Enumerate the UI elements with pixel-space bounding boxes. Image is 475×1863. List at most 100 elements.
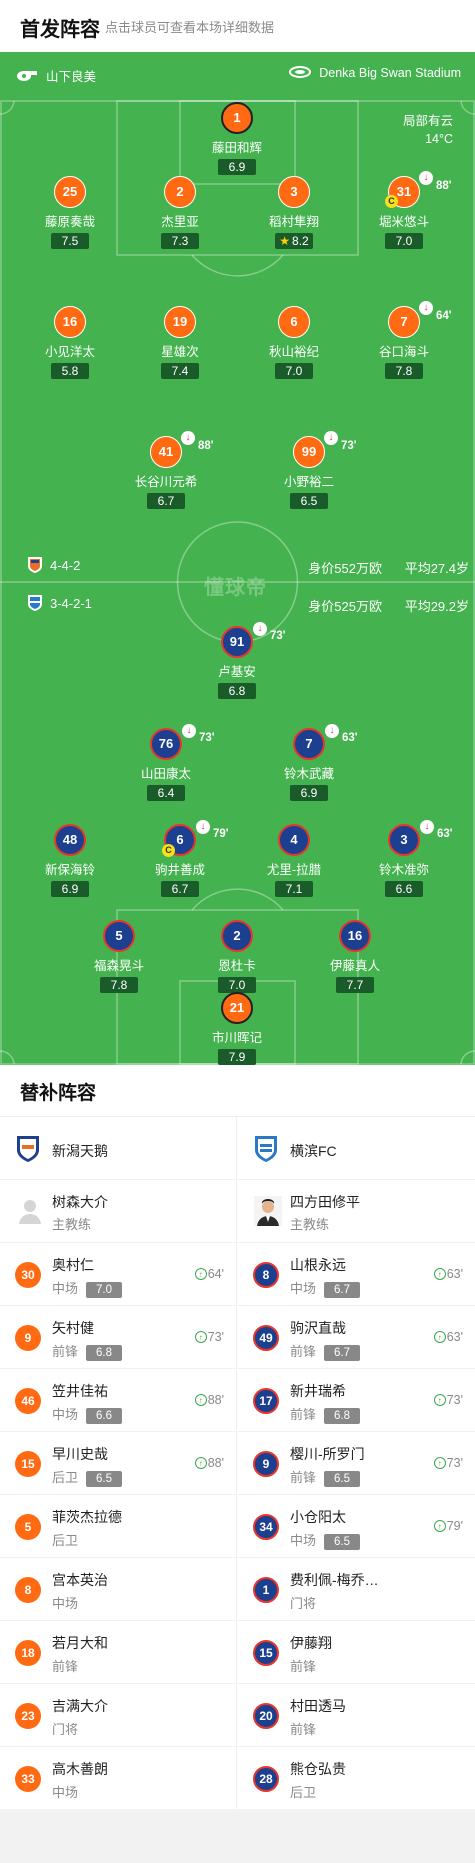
player-rating: 7.9: [218, 1049, 256, 1065]
sub-number: 15: [253, 1640, 279, 1666]
home-team-value: 身价552万欧: [308, 561, 382, 576]
sub-player-row[interactable]: 18 若月大和 前锋: [0, 1621, 236, 1684]
player-name: 杰里亚: [161, 215, 199, 229]
pitch-player[interactable]: 6 ↓ 79' C 驹井善成 6.7: [135, 820, 229, 898]
pitch-player[interactable]: 16 小见洋太 5.8: [25, 306, 115, 380]
pitch-player[interactable]: 2 杰里亚 7.3: [135, 176, 225, 250]
sub-in-time: ↑ 64': [194, 1267, 224, 1281]
sub-number: 9: [253, 1451, 279, 1477]
pitch-player[interactable]: 4 尤里-拉腊 7.1: [249, 824, 339, 898]
home-team-avg-age: 平均27.4岁: [404, 561, 469, 576]
sub-position-rating: 前锋 6.7: [290, 1341, 361, 1361]
sub-in-time: ↑ 73': [433, 1456, 463, 1470]
sub-player-row[interactable]: 15 伊藤翔 前锋: [238, 1621, 475, 1684]
pitch-player[interactable]: 19 星雄次 7.4: [135, 306, 225, 380]
sub-in-time: ↑ 63': [433, 1267, 463, 1281]
sub-in-minute: 88': [207, 1456, 224, 1470]
sub-player-row[interactable]: 17 新井瑞希 前锋 6.8 ↑ 73': [238, 1369, 475, 1432]
sub-name: 吉满大介: [52, 1698, 108, 1714]
player-rating: 7.8: [100, 977, 138, 993]
pitch-player[interactable]: 91 ↓ 73' 卢基安 6.8: [192, 622, 286, 700]
sub-name: 新井瑞希: [290, 1383, 346, 1399]
sub-in-icon: ↑: [433, 1457, 446, 1469]
player-rating: 6.8: [218, 683, 256, 699]
player-number: 48: [54, 824, 86, 856]
pitch-player[interactable]: 76 ↓ 73' 山田康太 6.4: [121, 724, 215, 802]
sub-player-row[interactable]: 20 村田透马 前锋: [238, 1684, 475, 1747]
sub-minute: 88': [436, 180, 452, 192]
pitch-player[interactable]: 3 ↓ 63' 铃木准弥 6.6: [359, 820, 453, 898]
player-number: 4: [278, 824, 310, 856]
sub-player-row[interactable]: 34 小仓阳太 中场 6.5 ↑ 79': [238, 1495, 475, 1558]
player-number: 7 ↓ 63': [293, 724, 358, 760]
player-number: 41 ↓ 88': [150, 431, 214, 468]
sub-player-row[interactable]: 9 矢村健 前锋 6.8 ↑ 73': [0, 1306, 236, 1369]
pitch-player[interactable]: 5 福森晃斗 7.8: [74, 920, 164, 994]
sub-player-row[interactable]: 9 樱川-所罗门 前锋 6.5 ↑ 73': [238, 1432, 475, 1495]
pitch-player[interactable]: 3 稻村隼翔 ★ 8.2: [249, 176, 339, 250]
player-number: 1: [221, 102, 253, 134]
player-number: 7 ↓ 64': [388, 301, 452, 338]
sub-in-minute: 73': [207, 1330, 224, 1344]
player-number: 2: [221, 920, 253, 952]
pitch-player[interactable]: 99 ↓ 73' 小野裕二 6.5: [264, 431, 357, 510]
sub-out-icon: ↓: [181, 431, 195, 445]
sub-in-icon: ↑: [194, 1331, 207, 1343]
player-rating: 6.4: [147, 785, 185, 801]
pitch-player[interactable]: 41 ↓ 88' 长谷川元希 6.7: [121, 431, 214, 510]
pitch-player[interactable]: 48 新保海铃 6.9: [25, 824, 115, 898]
sub-position: 前锋: [290, 1470, 317, 1485]
player-number-value: 6: [176, 832, 184, 847]
player-number-value: 41: [158, 444, 174, 459]
sub-position-rating: 前锋 6.8: [52, 1341, 123, 1361]
team-row[interactable]: 横滨FC: [238, 1117, 475, 1180]
player-rating: 6.5: [290, 493, 328, 509]
pitch-player[interactable]: 6 秋山裕纪 7.0: [249, 306, 339, 380]
sub-position: 中场: [52, 1407, 79, 1422]
sub-in-minute: 73': [446, 1456, 463, 1470]
pitch-player[interactable]: 2 恩杜卡 7.0: [192, 920, 282, 994]
sub-minute: 63': [342, 732, 358, 744]
sub-minute: 64': [436, 310, 452, 322]
sub-player-row[interactable]: 23 吉满大介 门将: [0, 1684, 236, 1747]
player-name: 市川晖记: [211, 1031, 262, 1045]
stadium-icon: [289, 66, 312, 81]
team-row[interactable]: 新潟天鹅: [0, 1117, 236, 1180]
sub-player-row[interactable]: 30 奥村仁 中场 7.0 ↑ 64': [0, 1243, 236, 1306]
sub-player-row[interactable]: 33 高木善朗 中场: [0, 1747, 236, 1810]
player-name: 藤田和辉: [211, 141, 262, 155]
pitch-player[interactable]: 16 伊藤真人 7.7: [310, 920, 400, 994]
sub-player-row[interactable]: 46 笠井佳祐 中场 6.6 ↑ 88': [0, 1369, 236, 1432]
sub-minute: 63': [437, 828, 453, 840]
player-rating: 7.7: [336, 977, 374, 993]
player-rating: 7.0: [218, 977, 256, 993]
player-rating: 7.4: [161, 363, 199, 379]
pitch-player[interactable]: 1 藤田和辉 6.9: [192, 102, 282, 176]
sub-number: 33: [15, 1766, 41, 1792]
sub-position-rating: 中场 6.6: [52, 1404, 123, 1424]
sub-position: 前锋: [290, 1407, 317, 1422]
sub-player-row[interactable]: 15 早川史哉 后卫 6.5 ↑ 88': [0, 1432, 236, 1495]
sub-player-row[interactable]: 1 费利佩-梅乔… 门将: [238, 1558, 475, 1621]
sub-player-row[interactable]: 28 熊仓弘贵 后卫: [238, 1747, 475, 1810]
sub-player-row[interactable]: 49 驹沢直哉 前锋 6.7 ↑ 63': [238, 1306, 475, 1369]
sub-name: 笠井佳祐: [52, 1383, 108, 1399]
player-name: 铃木武藏: [283, 767, 334, 781]
sub-player-row[interactable]: 8 山根永远 中场 6.7 ↑ 63': [238, 1243, 475, 1306]
sub-number: 23: [15, 1703, 41, 1729]
home-subs-column: 新潟天鹅 树森大介 主教练 30 奥村仁 中场 7.0 ↑ 64' 9 矢村健 前锋…: [0, 1117, 237, 1810]
sub-position-rating: 前锋 6.5: [290, 1467, 361, 1487]
coach-row[interactable]: 四方田修平 主教练: [238, 1180, 475, 1243]
sub-rating: 7.0: [86, 1282, 123, 1298]
pitch-player[interactable]: 25 藤原奏哉 7.5: [25, 176, 115, 250]
sub-out-icon: ↓: [196, 820, 210, 834]
pitch-player[interactable]: 21 市川晖记 7.9: [192, 992, 282, 1065]
pitch-player[interactable]: 7 ↓ 63' 铃木武藏 6.9: [264, 724, 358, 802]
pitch-player[interactable]: 7 ↓ 64' 谷口海斗 7.8: [359, 301, 452, 380]
sub-player-row[interactable]: 8 宫本英治 中场: [0, 1558, 236, 1621]
sub-name: 宫本英治: [52, 1572, 108, 1588]
coach-row[interactable]: 树森大介 主教练: [0, 1180, 236, 1243]
sub-position: 中场: [52, 1596, 79, 1611]
sub-player-row[interactable]: 5 菲茨杰拉德 后卫: [0, 1495, 236, 1558]
pitch-player[interactable]: 31 ↓ 88' C 堀米悠斗 7.0: [359, 171, 452, 250]
